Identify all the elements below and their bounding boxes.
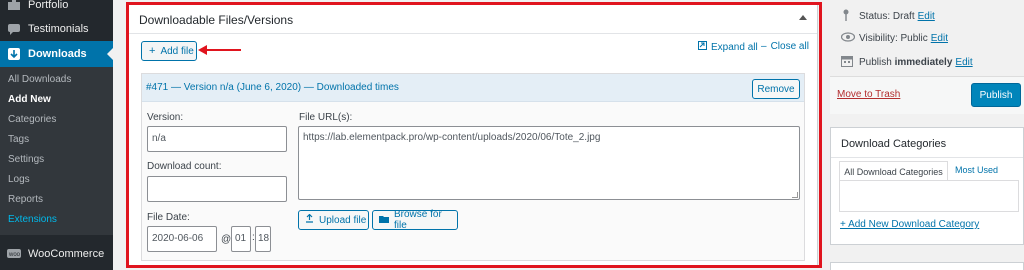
file-urls-textarea[interactable]: https://lab.elementpack.pro/wp-content/u… bbox=[298, 126, 800, 200]
eye-icon bbox=[840, 32, 856, 45]
minus-icon: – bbox=[761, 41, 767, 52]
file-version-panel: #471 — Version n/a (June 6, 2020) — Down… bbox=[141, 73, 805, 261]
sidebar-item-portfolio[interactable]: Portfolio bbox=[0, 0, 113, 16]
categories-title: Download Categories bbox=[841, 138, 947, 150]
file-version-header[interactable]: #471 — Version n/a (June 6, 2020) — Down… bbox=[142, 74, 804, 102]
download-count-label: Download count: bbox=[147, 161, 222, 172]
version-input[interactable]: n/a bbox=[147, 126, 287, 152]
expand-all-label: Expand all bbox=[711, 41, 758, 53]
version-label: Version: bbox=[147, 112, 184, 123]
submenu-add-new[interactable]: Add New bbox=[8, 94, 51, 105]
sidebar-item-woocommerce[interactable]: woo WooCommerce bbox=[0, 243, 113, 265]
pin-icon bbox=[841, 9, 855, 24]
portfolio-icon bbox=[7, 0, 21, 11]
edit-visibility-link[interactable]: Edit bbox=[931, 33, 948, 44]
minute-input[interactable]: 18 bbox=[255, 226, 271, 252]
category-checklist[interactable] bbox=[839, 180, 1019, 212]
download-categories-metabox: Download Categories All Download Categor… bbox=[830, 127, 1024, 245]
collapse-toggle-icon[interactable] bbox=[799, 15, 807, 20]
hour-input[interactable]: 01 bbox=[231, 226, 251, 252]
sidebar-item-label: Testimonials bbox=[28, 23, 89, 35]
category-tabs: All Download Categories Most Used bbox=[839, 161, 1019, 181]
remove-button[interactable]: Remove bbox=[752, 79, 800, 99]
visibility-row: Visibility: Public Edit bbox=[840, 32, 948, 45]
sidebar-item-testimonials[interactable]: Testimonials bbox=[0, 18, 113, 40]
downloads-submenu: All Downloads Add New Categories Tags Se… bbox=[0, 67, 113, 235]
sidebar-item-label: Portfolio bbox=[28, 0, 69, 11]
close-all-label: Close all bbox=[770, 41, 809, 52]
sidebar-item-label: WooCommerce bbox=[28, 248, 105, 260]
plus-icon: + bbox=[149, 45, 156, 57]
at-sign: @ bbox=[221, 234, 232, 245]
svg-text:woo: woo bbox=[8, 252, 21, 258]
publish-time-value: immediately bbox=[894, 57, 953, 68]
testimonials-icon bbox=[7, 23, 21, 35]
submenu-settings[interactable]: Settings bbox=[8, 154, 44, 165]
tab-most-used[interactable]: Most Used bbox=[955, 165, 998, 175]
submenu-reports[interactable]: Reports bbox=[8, 194, 43, 205]
calendar-icon bbox=[841, 55, 855, 70]
visibility-label: Visibility: bbox=[859, 33, 898, 44]
woocommerce-icon: woo bbox=[7, 248, 21, 260]
submenu-all-downloads[interactable]: All Downloads bbox=[8, 74, 71, 85]
publish-actions: Move to Trash Publish bbox=[830, 76, 1024, 114]
tab-all-categories[interactable]: All Download Categories bbox=[839, 161, 948, 181]
expand-icon bbox=[698, 41, 707, 53]
close-all-link[interactable]: – Close all bbox=[761, 41, 809, 52]
move-to-trash-link[interactable]: Move to Trash bbox=[837, 89, 900, 100]
submenu-categories[interactable]: Categories bbox=[8, 114, 56, 125]
edit-status-link[interactable]: Edit bbox=[918, 11, 935, 22]
file-url-text: https://lab.elementpack.pro/wp-content/u… bbox=[303, 132, 601, 143]
sidebar-item-downloads[interactable]: Downloads bbox=[0, 41, 113, 67]
download-count-input[interactable] bbox=[147, 176, 287, 202]
divider bbox=[831, 157, 1023, 158]
downloadable-files-metabox: Downloadable Files/Versions + Add file E… bbox=[128, 4, 818, 266]
annotation-arrow-line bbox=[205, 49, 241, 51]
folder-icon bbox=[379, 215, 389, 226]
status-value: Draft bbox=[892, 11, 915, 22]
divider bbox=[129, 33, 817, 34]
upload-file-label: Upload file bbox=[319, 214, 367, 226]
submenu-tags[interactable]: Tags bbox=[8, 134, 29, 145]
browse-for-file-button[interactable]: Browse for file bbox=[372, 209, 458, 231]
file-date-label: File Date: bbox=[147, 212, 190, 223]
publish-time-row: Publish immediately Edit bbox=[841, 55, 973, 70]
sidebar-item-label: Downloads bbox=[28, 48, 87, 60]
upload-icon bbox=[305, 213, 314, 226]
submenu-extensions[interactable]: Extensions bbox=[8, 214, 57, 225]
publish-time-label: Publish bbox=[859, 57, 892, 68]
active-indicator bbox=[107, 48, 113, 60]
browse-for-file-label: Browse for file bbox=[394, 209, 442, 231]
add-new-category-link[interactable]: + Add New Download Category bbox=[840, 219, 979, 230]
edit-publish-time-link[interactable]: Edit bbox=[955, 57, 972, 68]
add-file-button[interactable]: + Add file bbox=[141, 41, 197, 61]
publish-button[interactable]: Publish bbox=[971, 83, 1021, 107]
file-date-input[interactable]: 2020-06-06 bbox=[147, 226, 217, 252]
status-label: Status: bbox=[859, 11, 891, 22]
resize-grip-icon[interactable] bbox=[792, 192, 798, 198]
expand-all-link[interactable]: Expand all bbox=[698, 41, 758, 53]
file-urls-label: File URL(s): bbox=[299, 112, 353, 123]
visibility-value: Public bbox=[900, 33, 928, 44]
file-version-title: #471 — Version n/a (June 6, 2020) — Down… bbox=[146, 82, 399, 93]
post-status-row: Status: Draft Edit bbox=[841, 9, 935, 24]
downloads-icon bbox=[7, 48, 21, 60]
add-file-label: Add file bbox=[160, 45, 194, 57]
submenu-logs[interactable]: Logs bbox=[8, 174, 30, 185]
metabox-title: Downloadable Files/Versions bbox=[139, 13, 294, 27]
next-metabox bbox=[830, 262, 1024, 270]
upload-file-button[interactable]: Upload file bbox=[298, 210, 369, 230]
admin-sidebar: Portfolio Testimonials Downloads All Dow… bbox=[0, 0, 113, 270]
